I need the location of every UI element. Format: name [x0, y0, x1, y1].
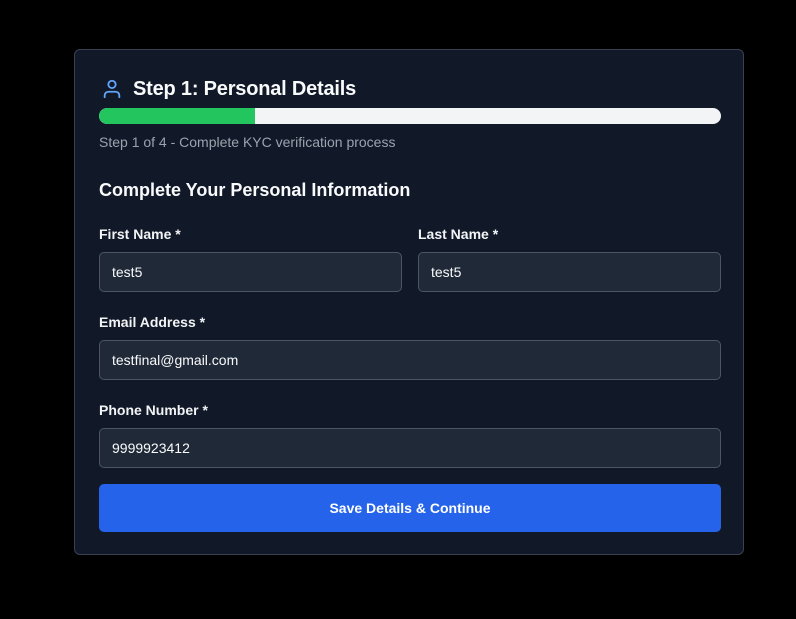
- save-continue-button[interactable]: Save Details & Continue: [99, 484, 721, 532]
- phone-label: Phone Number *: [99, 402, 208, 418]
- phone-input[interactable]: [99, 428, 721, 468]
- email-label: Email Address *: [99, 314, 206, 330]
- first-name-input[interactable]: [99, 252, 402, 292]
- progress-fill: [99, 108, 255, 124]
- section-title: Complete Your Personal Information: [99, 180, 411, 200]
- last-name-label: Last Name *: [418, 226, 499, 242]
- progress-caption: Step 1 of 4 - Complete KYC verification …: [99, 134, 396, 150]
- page-title: Step 1: Personal Details: [133, 77, 357, 100]
- kyc-card: Step 1: Personal Details Step 1 of 4 - C…: [74, 49, 744, 555]
- last-name-input[interactable]: [418, 252, 721, 292]
- email-input[interactable]: [99, 340, 721, 380]
- card-header: Step 1: Personal Details: [101, 77, 356, 101]
- user-icon: [101, 78, 123, 100]
- first-name-label: First Name *: [99, 226, 181, 242]
- progress-bar: [99, 108, 721, 124]
